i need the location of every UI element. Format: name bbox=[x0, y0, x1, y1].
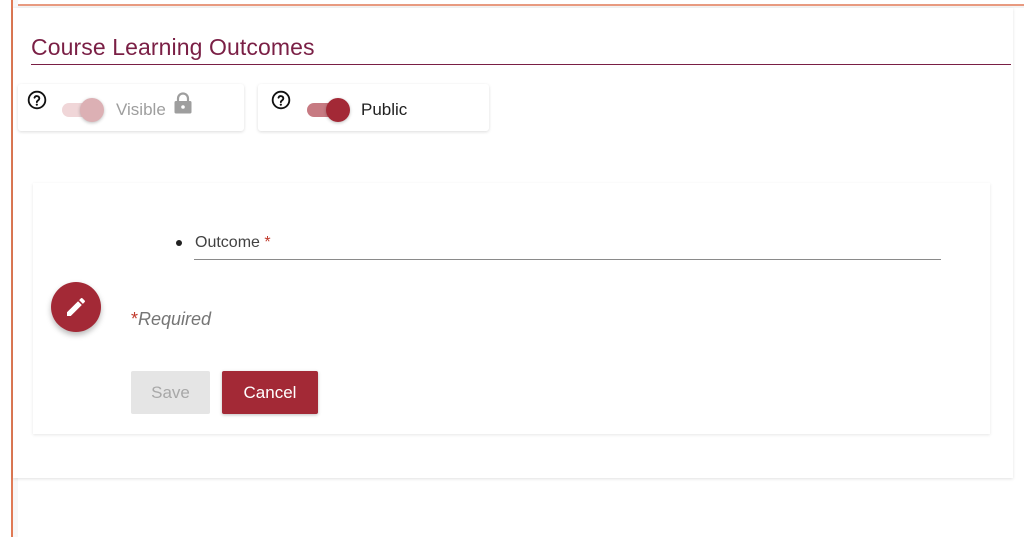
help-circle-icon[interactable] bbox=[271, 90, 291, 110]
lock-icon bbox=[174, 92, 192, 114]
outcome-label-text: Outcome bbox=[195, 234, 260, 251]
page-title: Course Learning Outcomes bbox=[31, 34, 315, 60]
public-switch[interactable] bbox=[305, 96, 351, 122]
top-accent-border bbox=[0, 0, 1024, 8]
visible-toggle-label: Visible bbox=[116, 100, 166, 119]
list-bullet bbox=[176, 240, 182, 246]
save-button[interactable]: Save bbox=[131, 371, 210, 414]
outcome-input[interactable] bbox=[194, 230, 941, 260]
required-asterisk: * bbox=[264, 234, 271, 251]
required-note-text: Required bbox=[138, 309, 212, 329]
outcome-field-label: Outcome * bbox=[195, 234, 271, 252]
title-divider bbox=[31, 64, 1011, 65]
required-note-asterisk: * bbox=[131, 309, 139, 329]
pencil-icon bbox=[67, 297, 86, 316]
visible-switch-thumb bbox=[80, 98, 104, 122]
required-note: *Required bbox=[131, 309, 211, 330]
visible-switch[interactable] bbox=[60, 96, 106, 122]
public-toggle-label: Public bbox=[361, 100, 408, 119]
cancel-button[interactable]: Cancel bbox=[222, 371, 318, 414]
edit-button[interactable] bbox=[51, 282, 101, 332]
public-switch-thumb bbox=[326, 98, 350, 122]
help-circle-icon[interactable] bbox=[27, 90, 47, 110]
